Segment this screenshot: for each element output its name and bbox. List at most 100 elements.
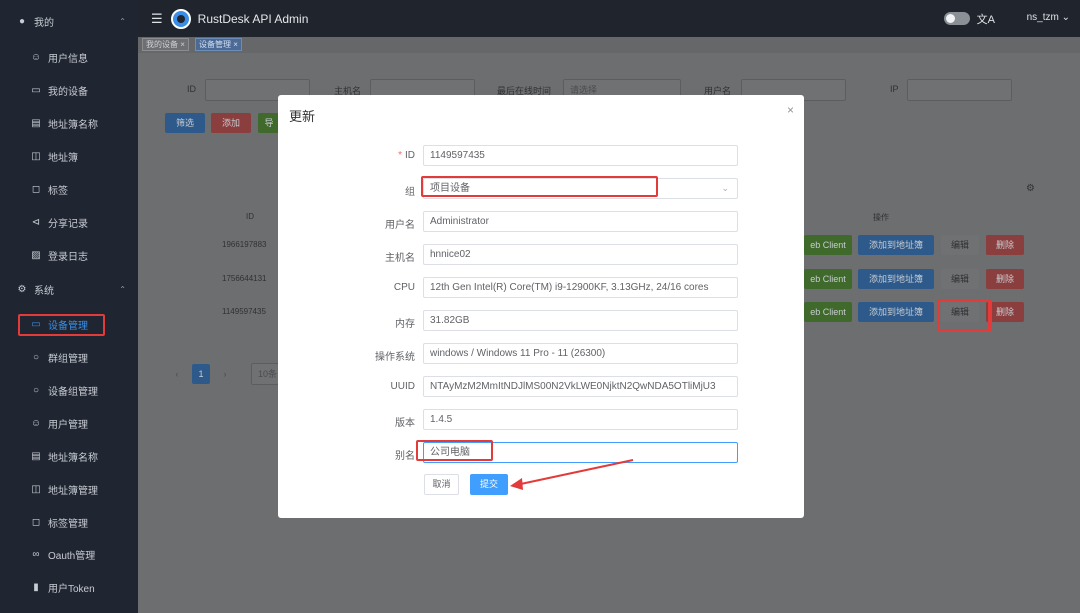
sidebar-item-label: 标签	[48, 185, 68, 197]
sidebar-item-label: 用户Token	[48, 583, 95, 595]
id-field[interactable]: 1149597435	[423, 145, 738, 166]
highlight-box	[18, 314, 105, 336]
sidebar-item-tag-management[interactable]: ◻ 标签管理	[0, 507, 138, 537]
theme-toggle[interactable]	[944, 12, 970, 25]
delete-button[interactable]: 删除	[986, 269, 1024, 289]
tag-icon: ◻	[31, 183, 41, 195]
prev-page-icon[interactable]: ‹	[168, 364, 186, 384]
filter-button[interactable]: 筛选	[165, 113, 205, 133]
web-client-button[interactable]: eb Client	[804, 302, 852, 322]
highlight-box	[988, 300, 992, 331]
ticket-icon: ▮	[33, 581, 39, 593]
close-icon[interactable]: ×	[787, 103, 794, 117]
sidebar-item-address-book[interactable]: ◫ 地址簿	[0, 141, 138, 171]
book-icon: ◫	[31, 150, 41, 162]
page-size-select[interactable]: 10条	[251, 363, 279, 385]
sidebar-item-label: 地址簿	[48, 152, 78, 164]
add-button[interactable]: 添加	[211, 113, 251, 133]
monitor-icon: ▭	[31, 84, 41, 96]
menu-toggle-icon[interactable]: ☰	[151, 11, 163, 27]
hostname-label: 主机名	[385, 253, 415, 264]
sidebar-item-user-token[interactable]: ▮ 用户Token	[0, 572, 138, 602]
sidebar-item-label: 分享记录	[48, 218, 88, 230]
sidebar-item-share-records[interactable]: ⊲ 分享记录	[0, 207, 138, 237]
alias-label: 别名	[395, 451, 415, 462]
sidebar-item-label: 用户管理	[48, 419, 88, 431]
submit-button[interactable]: 提交	[470, 474, 508, 495]
app-title: RustDesk API Admin	[197, 11, 309, 26]
cpu-label: CPU	[393, 282, 415, 293]
web-client-button[interactable]: eb Client	[804, 269, 852, 289]
add-to-address-book-button[interactable]: 添加到地址簿	[858, 269, 934, 289]
edit-button[interactable]: 编辑	[941, 269, 979, 289]
sidebar-group-label: 我的	[34, 17, 54, 29]
chevron-down-icon: ⌄	[721, 183, 729, 193]
sidebar-item-address-book-management[interactable]: ◫ 地址簿管理	[0, 474, 138, 504]
arrow-annotation	[510, 459, 634, 490]
sidebar-item-label: 地址簿名称	[48, 119, 98, 131]
sidebar-item-address-book-names[interactable]: ▤ 地址簿名称	[0, 108, 138, 138]
sidebar-item-device-group-management[interactable]: ○ 设备组管理	[0, 375, 138, 405]
tag-icon: ◻	[31, 516, 41, 528]
hostname-field[interactable]: hnnice02	[423, 244, 738, 265]
filter-ip-label: IP	[890, 84, 899, 94]
sidebar-item-address-book-names-admin[interactable]: ▤ 地址簿名称	[0, 441, 138, 471]
export-button[interactable]: 导	[258, 113, 280, 133]
version-field[interactable]: 1.4.5	[423, 409, 738, 430]
update-dialog: 更新 × * ID 1149597435 组 项目设备 ⌄ 用户名 Adminis…	[278, 95, 804, 518]
highlight-box	[937, 300, 991, 331]
sidebar-item-label: 设备组管理	[48, 386, 98, 398]
sidebar-item-label: 地址簿名称	[48, 452, 98, 464]
edit-button[interactable]: 编辑	[941, 235, 979, 255]
sidebar-item-user-management[interactable]: ☺ 用户管理	[0, 408, 138, 438]
next-page-icon[interactable]: ›	[216, 364, 234, 384]
version-label: 版本	[395, 418, 415, 429]
tabs-bar: 我的设备 × 设备管理 ×	[138, 37, 1080, 53]
translate-icon[interactable]: 文A	[977, 11, 995, 27]
web-client-button[interactable]: eb Client	[804, 235, 852, 255]
table-cell-id: 1756644131	[222, 274, 267, 283]
share-icon: ⊲	[31, 216, 41, 228]
book-icon: ◫	[31, 483, 41, 495]
sidebar-group-label: 系统	[34, 285, 54, 297]
sidebar-group-my[interactable]: ● 我的 ⌃	[0, 6, 138, 36]
id-label: * ID	[398, 150, 415, 161]
sidebar-item-login-log[interactable]: ▨ 登录日志	[0, 240, 138, 270]
sidebar-item-label: Oauth管理	[48, 550, 96, 562]
add-to-address-book-button[interactable]: 添加到地址簿	[858, 302, 934, 322]
user-menu[interactable]: ns_tzm ⌄	[1027, 12, 1070, 23]
book-icon: ▤	[31, 450, 41, 462]
settings-icon[interactable]: ⚙	[1026, 183, 1035, 194]
tab-my-devices[interactable]: 我的设备 ×	[142, 38, 189, 51]
uuid-field[interactable]: NTAyMzM2MmItNDJlMS00N2VkLWE0NjktN2QwNDA5…	[423, 376, 738, 397]
sidebar-item-label: 用户信息	[48, 53, 88, 65]
cancel-button[interactable]: 取消	[424, 474, 459, 495]
sidebar-item-label: 标签管理	[48, 518, 88, 530]
os-label: 操作系统	[375, 352, 415, 363]
table-header-id: ID	[246, 212, 254, 221]
page-number[interactable]: 1	[192, 364, 210, 384]
link-icon: ∞	[32, 548, 40, 560]
os-field[interactable]: windows / Windows 11 Pro - 11 (26300)	[423, 343, 738, 364]
sidebar-item-label: 登录日志	[48, 251, 88, 263]
sidebar-item-user-info[interactable]: ☺ 用户信息	[0, 42, 138, 72]
sidebar-item-group-management[interactable]: ○ 群组管理	[0, 342, 138, 372]
add-to-address-book-button[interactable]: 添加到地址簿	[858, 235, 934, 255]
sidebar-item-label: 地址簿管理	[48, 485, 98, 497]
id-label-text: ID	[405, 150, 415, 161]
memory-field[interactable]: 31.82GB	[423, 310, 738, 331]
sidebar-item-label: 群组管理	[48, 353, 88, 365]
sidebar-group-system[interactable]: ⚙ 系统 ⌃	[0, 274, 138, 304]
chat-icon: ○	[32, 384, 40, 396]
filter-ip-input[interactable]	[907, 79, 1012, 101]
person-icon: ●	[18, 15, 26, 27]
sidebar-item-my-devices[interactable]: ▭ 我的设备	[0, 75, 138, 105]
user-icon: ☺	[30, 51, 42, 63]
cpu-field[interactable]: 12th Gen Intel(R) Core(TM) i9-12900KF, 3…	[423, 277, 738, 298]
filter-id-label: ID	[187, 84, 196, 94]
sidebar-item-oauth-management[interactable]: ∞ Oauth管理	[0, 539, 138, 569]
tab-device-management[interactable]: 设备管理 ×	[195, 38, 242, 51]
delete-button[interactable]: 删除	[986, 235, 1024, 255]
username-field[interactable]: Administrator	[423, 211, 738, 232]
sidebar-item-tags[interactable]: ◻ 标签	[0, 174, 138, 204]
